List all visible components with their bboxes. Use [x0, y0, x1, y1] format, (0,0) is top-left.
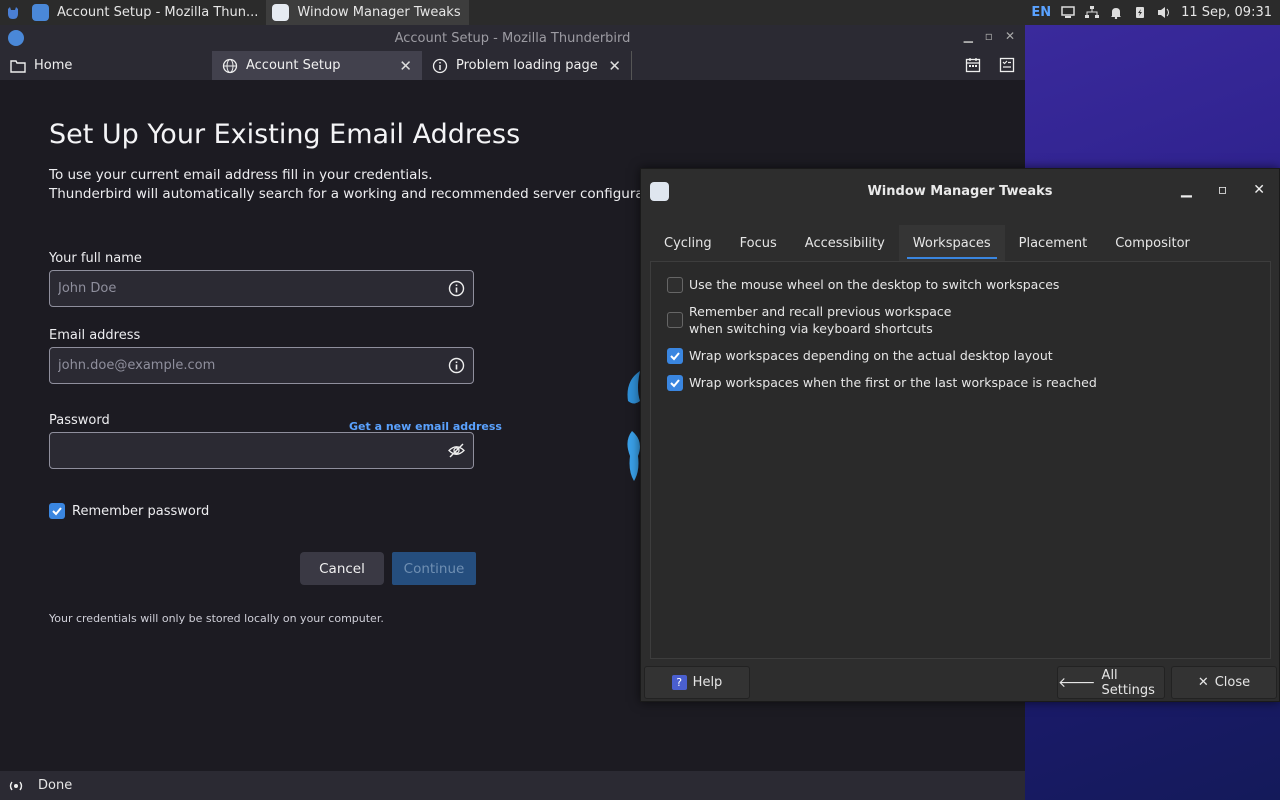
info-icon[interactable]	[448, 357, 465, 374]
volume-icon[interactable]	[1157, 6, 1171, 19]
option-label: Use the mouse wheel on the desktop to sw…	[689, 277, 1060, 292]
all-settings-button[interactable]: 🡐 All Settings	[1057, 666, 1165, 699]
option-wrap-layout[interactable]: Wrap workspaces depending on the actual …	[667, 347, 1053, 364]
continue-button[interactable]: Continue	[392, 552, 476, 585]
tab-account-setup[interactable]: Account Setup ✕	[212, 51, 422, 80]
workspaces-panel: Use the mouse wheel on the desktop to sw…	[650, 261, 1271, 659]
fullname-field[interactable]	[49, 270, 474, 307]
cancel-button[interactable]: Cancel	[300, 552, 384, 585]
intro-text: Thunderbird will automatically search fo…	[49, 186, 674, 202]
tab-placement[interactable]: Placement	[1005, 225, 1102, 261]
checkbox-checked[interactable]	[49, 503, 65, 519]
option-label: Wrap workspaces when the first or the la…	[689, 375, 1097, 390]
option-label: Wrap workspaces depending on the actual …	[689, 348, 1053, 363]
tab-cycling[interactable]: Cycling	[650, 225, 726, 261]
taskbar-item-thunderbird[interactable]: Account Setup - Mozilla Thun...	[26, 0, 266, 25]
thunderbird-icon	[8, 30, 24, 46]
password-label: Password	[49, 413, 110, 428]
email-label: Email address	[49, 328, 141, 343]
fullname-input[interactable]	[58, 281, 448, 296]
checkbox-checked[interactable]	[667, 347, 683, 364]
eye-hidden-icon[interactable]	[448, 442, 465, 459]
screen-icon[interactable]	[1061, 6, 1075, 19]
network-icon[interactable]	[1085, 6, 1100, 19]
battery-icon[interactable]	[1133, 6, 1147, 19]
maximize-icon[interactable]: ▫	[1218, 182, 1228, 198]
wm-tweaks-titlebar[interactable]: Window Manager Tweaks ▁ ▫ ✕	[641, 169, 1279, 213]
checkbox-unchecked[interactable]	[667, 312, 683, 328]
checkmark-icon	[670, 378, 680, 387]
password-field[interactable]	[49, 432, 474, 469]
whisker-menu-button[interactable]	[0, 0, 26, 25]
option-mouse-wheel[interactable]: Use the mouse wheel on the desktop to sw…	[667, 276, 1059, 293]
taskbar-item-label: Account Setup - Mozilla Thun...	[57, 5, 259, 20]
remember-password-label: Remember password	[72, 503, 210, 519]
close-button[interactable]: ✕ Close	[1171, 666, 1277, 699]
wmtweaks-icon	[272, 4, 290, 21]
tab-workspaces[interactable]: Workspaces	[898, 225, 1005, 261]
close-icon: ✕	[1197, 675, 1209, 690]
dialog-title: Window Manager Tweaks	[867, 183, 1053, 199]
tab-focus[interactable]: Focus	[726, 225, 791, 261]
close-icon[interactable]: ✕	[1005, 29, 1015, 43]
status-bar: Done	[0, 771, 1025, 800]
tab-problem-loading[interactable]: Problem loading page ✕	[422, 51, 632, 80]
arrow-left-icon: 🡐	[1058, 675, 1096, 691]
close-tab-icon[interactable]: ✕	[608, 57, 621, 75]
online-status-icon[interactable]	[8, 779, 24, 793]
keyboard-layout-indicator[interactable]: EN	[1031, 5, 1051, 20]
minimize-icon[interactable]: ▁	[1181, 182, 1192, 198]
tab-home[interactable]: Home	[0, 51, 212, 80]
help-button[interactable]: ? Help	[644, 666, 750, 699]
taskbar-item-label: Window Manager Tweaks	[297, 5, 461, 20]
xfce-mouse-icon	[8, 6, 18, 19]
info-icon	[432, 58, 448, 73]
checkbox-unchecked[interactable]	[667, 276, 683, 293]
clock[interactable]: 11 Sep, 09:31	[1181, 5, 1272, 20]
minimize-icon[interactable]: ▁	[964, 29, 973, 43]
password-input[interactable]	[58, 443, 448, 458]
wm-tweaks-dialog: Window Manager Tweaks ▁ ▫ ✕ Cycling Focu…	[640, 168, 1280, 702]
checkbox-checked[interactable]	[667, 374, 683, 391]
calendar-icon[interactable]	[965, 57, 981, 73]
tasks-icon[interactable]	[999, 57, 1015, 73]
option-remember-workspace[interactable]: Remember and recall previous workspace w…	[667, 303, 951, 337]
thunderbird-icon	[32, 4, 49, 21]
thunderbird-titlebar[interactable]: Account Setup - Mozilla Thunderbird ▁ ▫ …	[0, 25, 1025, 51]
checkmark-icon	[670, 351, 680, 360]
info-icon[interactable]	[448, 280, 465, 297]
close-icon[interactable]: ✕	[1253, 182, 1265, 198]
tab-bar: Home Account Setup ✕ Problem loading pag…	[0, 51, 1025, 81]
globe-icon	[222, 58, 238, 73]
remember-password-checkbox[interactable]: Remember password	[49, 503, 209, 519]
tab-strip: Cycling Focus Accessibility Workspaces P…	[650, 225, 1271, 261]
email-input[interactable]	[58, 358, 448, 373]
page-title: Set Up Your Existing Email Address	[49, 119, 521, 150]
option-label: Remember and recall previous workspace w…	[689, 304, 952, 336]
fullname-label: Your full name	[49, 251, 142, 266]
wmtweaks-icon	[650, 182, 669, 201]
status-text: Done	[38, 778, 73, 793]
email-field[interactable]	[49, 347, 474, 384]
tab-accessibility[interactable]: Accessibility	[791, 225, 899, 261]
system-tray: EN 11 Sep, 09:31	[1031, 0, 1280, 25]
option-wrap-first-last[interactable]: Wrap workspaces when the first or the la…	[667, 374, 1097, 391]
close-tab-icon[interactable]: ✕	[399, 57, 412, 75]
intro-text: To use your current email address fill i…	[49, 167, 433, 183]
checkmark-icon	[52, 507, 62, 516]
taskbar-item-wmtweaks[interactable]: Window Manager Tweaks	[266, 0, 469, 25]
notification-bell-icon[interactable]	[1109, 6, 1123, 19]
window-title: Account Setup - Mozilla Thunderbird	[394, 30, 631, 46]
maximize-icon[interactable]: ▫	[985, 29, 993, 43]
tab-compositor[interactable]: Compositor	[1101, 225, 1204, 261]
credentials-note: Your credentials will only be stored loc…	[49, 612, 384, 625]
help-icon: ?	[671, 675, 687, 690]
folder-icon	[10, 59, 26, 73]
top-panel: Account Setup - Mozilla Thun... Window M…	[0, 0, 1280, 25]
